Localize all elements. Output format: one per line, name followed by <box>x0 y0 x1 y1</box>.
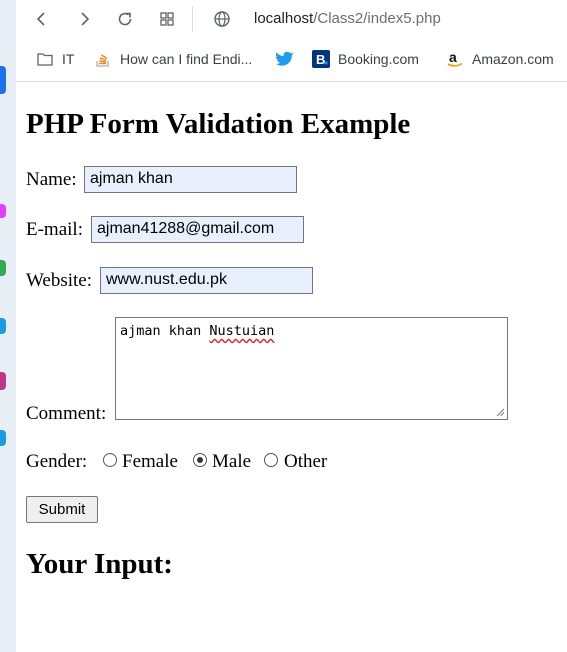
name-input[interactable]: ajman khan <box>84 166 297 193</box>
url-path: /Class2/index5.php <box>313 10 441 27</box>
svg-text:B: B <box>316 52 325 67</box>
bookmark-folder-it[interactable]: IT <box>36 50 74 68</box>
website-label: Website: <box>26 270 93 291</box>
side-panel-active-indicator[interactable] <box>0 66 6 94</box>
reload-icon <box>118 12 132 26</box>
url-host: localhost <box>254 10 314 27</box>
bookmark-amazon[interactable]: a Amazon.com <box>446 50 554 68</box>
gender-radio-female[interactable] <box>103 453 117 467</box>
comment-text: ajman khan <box>120 323 210 339</box>
bookmark-label: How can I find Endi... <box>120 51 253 67</box>
gender-radio-male[interactable] <box>193 453 207 467</box>
back-button[interactable] <box>30 7 54 31</box>
forward-button[interactable] <box>72 7 96 31</box>
side-panel-app-icon[interactable] <box>0 372 6 390</box>
bookmarks-bar: IT How can I find Endi... B Booking.com … <box>16 38 567 82</box>
svg-text:a: a <box>449 50 457 65</box>
bookmark-label: IT <box>62 51 75 67</box>
bookmark-stackoverflow[interactable]: How can I find Endi... <box>94 50 252 68</box>
gender-label: Gender: <box>26 451 88 472</box>
side-panel-app-icon[interactable] <box>0 430 6 446</box>
bookmark-label: Booking.com <box>338 51 419 67</box>
gender-radio-other[interactable] <box>264 453 278 467</box>
bookmark-booking[interactable]: B Booking.com <box>312 50 419 68</box>
bookmark-twitter[interactable] <box>276 50 302 68</box>
misspelled-word: Nustuian <box>209 323 275 339</box>
twitter-icon <box>276 50 294 68</box>
browser-side-panel <box>0 0 16 652</box>
comment-label: Comment: <box>26 403 107 424</box>
result-heading: Your Input: <box>26 548 173 580</box>
email-label: E-mail: <box>26 219 83 240</box>
stackoverflow-icon <box>94 50 112 68</box>
browser-toolbar: localhost/Class2/index5.php <box>16 0 567 38</box>
resize-handle-icon[interactable] <box>496 408 505 417</box>
folder-icon <box>36 50 54 68</box>
email-input[interactable]: ajman41288@gmail.com <box>91 216 304 243</box>
page-title: PHP Form Validation Example <box>26 108 411 140</box>
booking-icon: B <box>312 50 330 68</box>
globe-icon <box>214 11 230 27</box>
name-label: Name: <box>26 169 77 190</box>
side-panel-app-icon[interactable] <box>0 204 6 218</box>
submit-button[interactable]: Submit <box>26 496 98 523</box>
site-info-button[interactable] <box>210 7 234 31</box>
side-panel-app-icon[interactable] <box>0 260 6 276</box>
amazon-icon: a <box>446 50 464 68</box>
gender-option-label: Other <box>284 451 328 472</box>
website-input[interactable]: www.nust.edu.pk <box>100 267 313 294</box>
grid-icon <box>160 12 174 26</box>
arrow-right-icon <box>81 12 90 26</box>
comment-textarea[interactable]: ajman khan Nustuian <box>115 317 508 420</box>
reload-button[interactable] <box>113 7 137 31</box>
toolbar-separator <box>192 6 193 32</box>
gender-option-label: Female <box>122 451 178 472</box>
tab-grid-button[interactable] <box>155 7 179 31</box>
address-bar[interactable]: localhost/Class2/index5.php <box>254 10 441 27</box>
arrow-left-icon <box>36 12 45 26</box>
gender-option-label: Male <box>212 451 252 472</box>
side-panel-app-icon[interactable] <box>0 318 6 334</box>
bookmark-label: Amazon.com <box>472 51 554 67</box>
